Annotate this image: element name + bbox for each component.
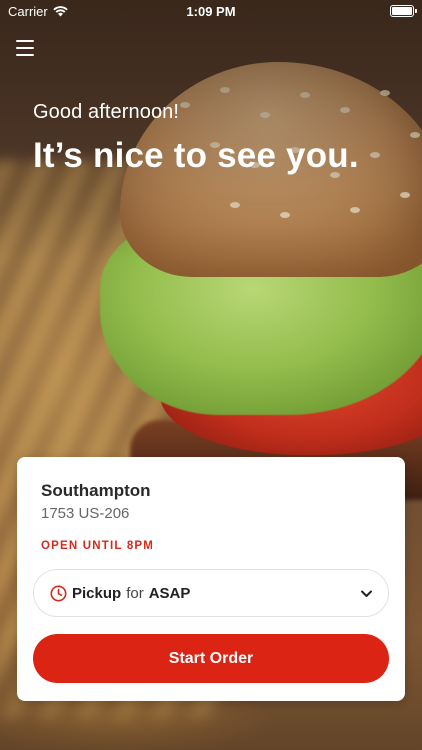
store-name: Southampton xyxy=(41,481,151,500)
status-bar: Carrier 1:09 PM xyxy=(0,0,422,22)
pickup-time-selector[interactable]: Pickup for ASAP xyxy=(33,569,389,617)
hamburger-menu-icon[interactable] xyxy=(16,40,34,56)
battery-icon xyxy=(390,5,417,17)
pickup-time-label: ASAP xyxy=(148,584,191,602)
clock-icon xyxy=(50,585,67,601)
greeting-headline: It’s nice to see you. xyxy=(33,136,359,175)
chevron-down-icon xyxy=(361,590,372,597)
pickup-connector-label: for xyxy=(126,584,144,602)
start-order-button[interactable]: Start Order xyxy=(33,634,389,683)
carrier-label: Carrier xyxy=(8,3,48,19)
greeting-salutation: Good afternoon! xyxy=(33,101,180,123)
pickup-method-label: Pickup xyxy=(72,584,122,602)
store-address: 1753 US-206 xyxy=(41,505,130,522)
wifi-icon xyxy=(53,5,68,16)
store-order-card: Southampton 1753 US-206 OPEN UNTIL 8PM P… xyxy=(17,457,405,701)
store-hours-status: OPEN UNTIL 8PM xyxy=(41,540,155,552)
